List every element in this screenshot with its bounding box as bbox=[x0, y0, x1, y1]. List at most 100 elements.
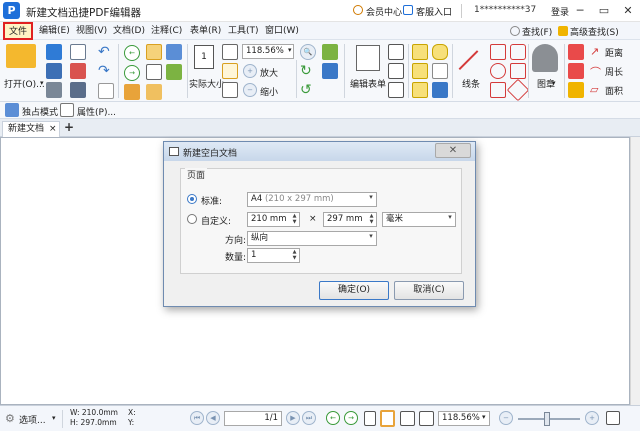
pentagon-icon[interactable] bbox=[510, 44, 526, 60]
zoom-in-label[interactable]: 放大 bbox=[260, 66, 278, 79]
polygon-icon[interactable] bbox=[490, 82, 506, 98]
gear-icon[interactable]: ⚙ bbox=[5, 412, 15, 425]
zoom-tool-icon[interactable]: 🔍 bbox=[300, 44, 316, 60]
chevron-down-icon[interactable]: ▾ bbox=[288, 46, 292, 54]
fit-page-icon[interactable] bbox=[222, 44, 238, 60]
redo-icon[interactable]: ↷ bbox=[98, 63, 110, 79]
menu-comment[interactable]: 注释(C) bbox=[148, 24, 185, 39]
audio-icon[interactable] bbox=[432, 82, 448, 98]
pencil-icon[interactable] bbox=[568, 44, 584, 60]
count-spinner[interactable]: ▲ ▼ bbox=[290, 249, 299, 262]
attach-icon[interactable] bbox=[432, 63, 448, 79]
email-icon[interactable] bbox=[70, 44, 86, 60]
callout-icon[interactable] bbox=[412, 82, 428, 98]
loupe-icon[interactable] bbox=[322, 63, 338, 79]
minimize-button[interactable]: ─ bbox=[572, 3, 588, 19]
forward-icon[interactable]: → bbox=[124, 65, 140, 81]
scan-icon[interactable] bbox=[70, 82, 86, 98]
menu-window[interactable]: 窗口(W) bbox=[262, 24, 302, 39]
undo-icon[interactable]: ↶ bbox=[98, 44, 110, 60]
zoom-combo[interactable]: 118.56% bbox=[242, 44, 294, 59]
eraser-icon[interactable] bbox=[568, 63, 584, 79]
fit-width-icon[interactable] bbox=[222, 63, 238, 79]
new-doc-icon[interactable] bbox=[46, 44, 62, 60]
add-tab-button[interactable]: + bbox=[64, 120, 74, 134]
options-button[interactable]: 选项... bbox=[19, 413, 46, 426]
height-spinner[interactable]: ▲ ▼ bbox=[367, 213, 376, 226]
open-folder-icon[interactable] bbox=[6, 44, 36, 68]
dialog-close-button[interactable]: ✕ bbox=[435, 143, 471, 158]
highlighter-icon[interactable] bbox=[568, 82, 584, 98]
area-icon[interactable]: ▱ bbox=[590, 83, 598, 96]
diamond-icon[interactable] bbox=[506, 78, 530, 102]
exclusive-mode-button[interactable]: 独占模式 bbox=[22, 105, 58, 118]
text-box-icon[interactable] bbox=[412, 63, 428, 79]
magnifier-icon[interactable] bbox=[322, 44, 338, 60]
open-button-label[interactable]: 打开(O)... bbox=[4, 77, 45, 90]
first-page-button[interactable]: ⏮ bbox=[190, 411, 204, 425]
radio-icon[interactable] bbox=[388, 82, 404, 98]
tab-new-document[interactable]: 新建文档 × bbox=[2, 121, 60, 137]
lines-label[interactable]: 线条 bbox=[462, 77, 480, 90]
chevron-down-icon[interactable]: ▾ bbox=[445, 213, 455, 226]
menu-document[interactable]: 文档(D) bbox=[110, 24, 148, 39]
snapshot-icon[interactable] bbox=[166, 44, 182, 60]
login-button[interactable]: 登录 bbox=[551, 5, 569, 18]
select-icon[interactable] bbox=[146, 64, 162, 80]
edit-form-icon[interactable] bbox=[356, 45, 380, 71]
menu-edit[interactable]: 编辑(E) bbox=[36, 24, 73, 39]
single-page-icon[interactable] bbox=[364, 411, 376, 426]
menu-file[interactable]: 文件 bbox=[3, 22, 33, 40]
stamp-icon[interactable] bbox=[532, 44, 558, 72]
text-field-icon[interactable] bbox=[388, 44, 404, 60]
menu-form[interactable]: 表单(R) bbox=[187, 24, 224, 39]
text-select-icon[interactable] bbox=[166, 64, 182, 80]
vertical-scrollbar[interactable] bbox=[630, 137, 640, 405]
advanced-find-button[interactable]: 高级查找(S) bbox=[570, 25, 619, 38]
forward-icon[interactable]: → bbox=[344, 411, 358, 425]
custom-radio[interactable] bbox=[187, 214, 197, 224]
next-page-button[interactable]: ▶ bbox=[286, 411, 300, 425]
ellipse-icon[interactable] bbox=[490, 63, 506, 79]
print-icon[interactable] bbox=[46, 82, 62, 98]
zoom-out-icon[interactable]: − bbox=[243, 83, 257, 97]
pdf-convert-icon[interactable] bbox=[70, 63, 86, 79]
checkbox-icon[interactable] bbox=[388, 63, 404, 79]
find-button[interactable]: 查找(F) bbox=[522, 25, 552, 38]
distance-icon[interactable]: ↗ bbox=[590, 45, 599, 58]
actual-size-label[interactable]: 实际大小 bbox=[189, 77, 225, 90]
rectangle-icon[interactable] bbox=[490, 44, 506, 60]
zoom-out-icon[interactable]: − bbox=[499, 411, 513, 425]
save-icon[interactable] bbox=[46, 63, 62, 79]
first-page-icon[interactable] bbox=[124, 84, 140, 100]
copy-icon[interactable] bbox=[98, 83, 114, 99]
zoom-slider-handle[interactable] bbox=[544, 412, 550, 426]
orientation-select[interactable]: 纵向 bbox=[247, 231, 377, 246]
continuous-facing-icon[interactable] bbox=[419, 411, 434, 426]
zoom-in-icon[interactable]: + bbox=[243, 64, 257, 78]
rotate-back-icon[interactable]: ↺ bbox=[300, 82, 312, 98]
hand-tool-icon[interactable] bbox=[146, 44, 162, 60]
facing-page-icon[interactable] bbox=[400, 411, 415, 426]
member-center-link[interactable]: 会员中心 bbox=[366, 5, 402, 18]
client-service-link[interactable]: 客服入口 bbox=[416, 5, 452, 18]
zoom-out-label[interactable]: 缩小 bbox=[260, 85, 278, 98]
chevron-down-icon[interactable]: ▾ bbox=[52, 414, 56, 422]
restore-button[interactable]: ▭ bbox=[596, 3, 612, 19]
back-icon[interactable]: ← bbox=[326, 411, 340, 425]
properties-button[interactable]: 属性(P)... bbox=[77, 105, 116, 118]
rotate-icon[interactable]: ↻ bbox=[300, 63, 312, 79]
back-icon[interactable]: ← bbox=[124, 45, 140, 61]
properties-icon[interactable] bbox=[60, 103, 74, 117]
last-page-button[interactable]: ⏭ bbox=[302, 411, 316, 425]
perimeter-icon[interactable]: ⌒ bbox=[590, 64, 601, 80]
cloud-icon[interactable] bbox=[510, 63, 526, 79]
area-label[interactable]: 面积 bbox=[605, 84, 623, 97]
chevron-down-icon[interactable]: ▾ bbox=[366, 193, 376, 206]
standard-size-select[interactable]: A4 (210 x 297 mm) bbox=[247, 192, 377, 207]
zoom-in-icon[interactable]: + bbox=[585, 411, 599, 425]
chevron-down-icon[interactable]: ▾ bbox=[482, 413, 486, 421]
page-number-input[interactable]: 1/1 bbox=[224, 411, 282, 426]
perimeter-label[interactable]: 周长 bbox=[605, 65, 623, 78]
width-spinner[interactable]: ▲ ▼ bbox=[290, 213, 299, 226]
